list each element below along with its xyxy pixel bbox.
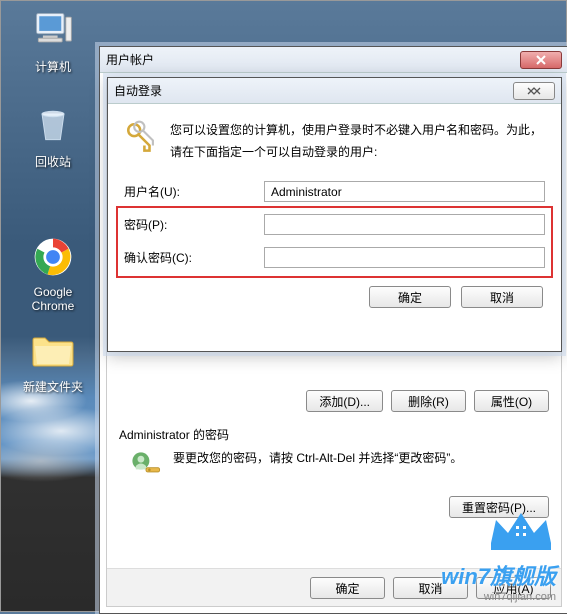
- window-title: 用户帐户: [106, 51, 520, 68]
- properties-button[interactable]: 属性(O): [474, 390, 549, 412]
- auto-login-dialog: 自动登录 您可以设置您的计算机，使用户登录时不必键入用户名和密码。为此，请在下面…: [107, 77, 562, 352]
- delete-button[interactable]: 删除(R): [391, 390, 466, 412]
- username-row: 用户名(U):: [124, 181, 545, 202]
- ok-button[interactable]: 确定: [310, 577, 385, 599]
- close-icon[interactable]: [513, 82, 555, 100]
- password-section: Administrator 的密码 要更改您的密码，请按 Ctrl-Alt-De…: [119, 426, 549, 518]
- username-label: 用户名(U):: [124, 183, 264, 200]
- close-icon[interactable]: [520, 51, 562, 69]
- desktop-icon-chrome[interactable]: Google Chrome: [16, 233, 90, 313]
- add-button[interactable]: 添加(D)...: [306, 390, 383, 412]
- confirm-password-label: 确认密码(C):: [124, 249, 264, 266]
- keys-icon: [124, 120, 158, 157]
- confirm-password-row: 确认密码(C):: [124, 247, 545, 268]
- password-input[interactable]: [264, 214, 545, 235]
- reset-password-button[interactable]: 重置密码(P)...: [449, 496, 549, 518]
- user-list-buttons: 添加(D)... 删除(R) 属性(O): [119, 390, 549, 412]
- password-section-title: Administrator 的密码: [119, 426, 549, 443]
- password-row: 密码(P):: [124, 214, 545, 235]
- computer-icon: [29, 6, 77, 54]
- username-input[interactable]: [264, 181, 545, 202]
- apply-button[interactable]: 应用(A): [476, 577, 551, 599]
- desktop-icon-new-folder[interactable]: 新建文件夹: [7, 326, 99, 395]
- highlighted-password-area: 密码(P): 确认密码(C):: [116, 206, 553, 278]
- dialog-title: 自动登录: [114, 82, 513, 99]
- dialog-info-text: 您可以设置您的计算机，使用户登录时不必键入用户名和密码。为此，请在下面指定一个可…: [170, 120, 545, 163]
- desktop-icon-computer[interactable]: 计算机: [16, 6, 90, 75]
- chrome-icon: [29, 233, 77, 281]
- cancel-button[interactable]: 取消: [461, 286, 543, 308]
- password-label: 密码(P):: [124, 216, 264, 233]
- desktop-icon-label: Google Chrome: [16, 285, 90, 313]
- desktop-icon-label: 新建文件夹: [7, 378, 99, 395]
- password-section-text: 要更改您的密码，请按 Ctrl-Alt-Del 并选择“更改密码”。: [173, 449, 549, 468]
- desktop-icon-recycle-bin[interactable]: 回收站: [16, 101, 90, 170]
- folder-icon: [29, 326, 77, 374]
- window-footer: 确定 取消 应用(A): [107, 568, 561, 606]
- dialog-titlebar[interactable]: 自动登录: [108, 78, 561, 104]
- desktop-icon-label: 计算机: [16, 58, 90, 75]
- ok-button[interactable]: 确定: [369, 286, 451, 308]
- recycle-bin-icon: [29, 101, 77, 149]
- confirm-password-input[interactable]: [264, 247, 545, 268]
- user-key-icon: [129, 449, 163, 486]
- window-titlebar[interactable]: 用户帐户: [100, 47, 567, 73]
- cancel-button[interactable]: 取消: [393, 577, 468, 599]
- desktop-icon-label: 回收站: [16, 153, 90, 170]
